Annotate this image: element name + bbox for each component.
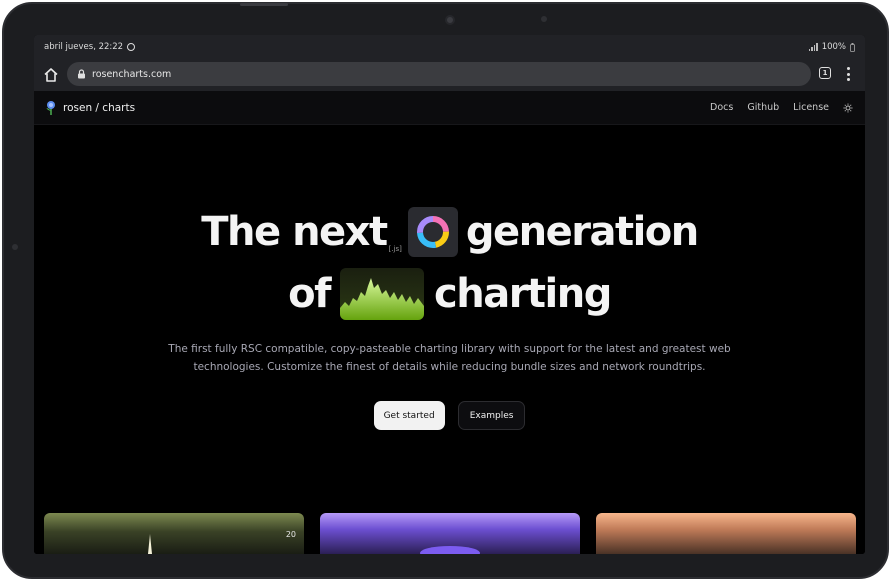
nav-link-github[interactable]: Github [747,102,779,113]
site-header: rosen / charts Docs Github License [34,91,865,125]
nav-link-license[interactable]: License [793,102,829,113]
side-sensor [12,244,18,250]
preview-cards: 20 [34,513,865,554]
tablet-frame: abril jueves, 22:22 100% rosencharts.com… [2,2,889,579]
address-bar[interactable]: rosencharts.com [67,62,811,86]
front-camera [445,15,455,25]
card-value: 20 [285,530,296,539]
signal-icon [808,43,818,51]
more-menu-icon[interactable] [845,66,851,82]
data-saver-icon [127,43,136,51]
battery-icon [850,42,855,52]
preview-card-1[interactable]: 20 [44,513,304,554]
js-tag: [.js] [388,245,402,253]
lock-icon [78,69,85,79]
hero-subtitle-line2: technologies. Customize the finest of de… [193,361,706,373]
heading-charting: charting [434,271,612,317]
hero-heading-line1: The next [.js] generation [34,203,865,261]
hero-actions: Get started Examples [34,401,865,430]
brand-link[interactable]: rosen / charts [45,100,135,116]
nav-link-docs[interactable]: Docs [710,102,733,113]
donut-chart-icon [407,207,458,257]
battery-percent: 100% [821,42,846,52]
rose-logo-icon [46,101,55,115]
examples-button[interactable]: Examples [457,401,526,430]
screen: abril jueves, 22:22 100% rosencharts.com… [34,35,865,554]
status-datetime: abril jueves, 22:22 [44,42,124,52]
home-icon[interactable] [42,66,60,84]
heading-the-next: The next [201,209,388,255]
tab-switcher-button[interactable]: 1 [819,67,831,79]
hero-heading-line2: of charting [34,265,865,323]
preview-card-2[interactable] [320,513,580,554]
power-button [240,3,288,6]
area-chart-icon [340,268,425,320]
heading-generation: generation [465,209,699,255]
status-bar: abril jueves, 22:22 100% [34,35,865,59]
brand-name: rosen / charts [63,102,136,114]
light-sensor [541,16,547,22]
get-started-button[interactable]: Get started [373,401,445,430]
browser-toolbar: rosencharts.com 1 [34,59,865,91]
hero-subtitle: The first fully RSC compatible, copy-pas… [134,340,765,376]
preview-card-3[interactable] [596,513,856,554]
card-chart-peak [148,534,152,554]
url-text: rosencharts.com [92,68,172,80]
theme-toggle-sun-icon[interactable] [843,103,853,113]
card-chart-shape [420,546,480,554]
heading-of: of [288,271,331,317]
hero-section: The next [.js] generation of charting Th… [34,125,865,554]
hero-subtitle-line1: The first fully RSC compatible, copy-pas… [168,343,731,355]
